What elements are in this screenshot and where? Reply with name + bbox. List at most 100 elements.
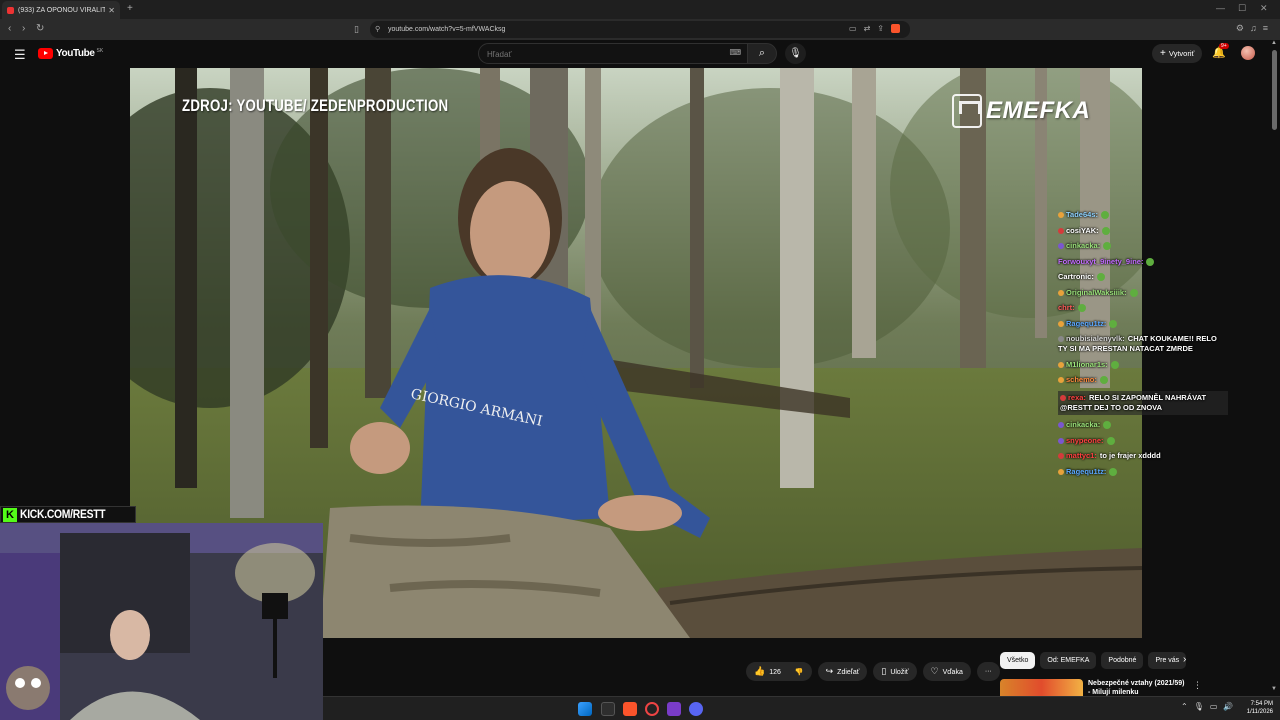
app-icon[interactable] [667,702,681,716]
source-caption: ZDROJ: YOUTUBE/ ZEDENPRODUCTION [182,96,449,115]
chip[interactable]: Podobné [1101,652,1144,669]
scroll-down-icon[interactable]: ▼ [1271,686,1277,692]
discord-icon[interactable] [689,702,703,716]
chat-badge-icon [1058,336,1064,343]
extensions-icons[interactable]: ⚙♫≡ [1236,23,1274,34]
chat-message: cinkacka: [1058,241,1228,251]
crown-logo-icon [952,94,982,128]
brave-browser-icon[interactable] [623,702,637,716]
share-button[interactable]: ↪ Zdieľať [817,662,868,681]
chat-emote-icon [1101,226,1110,235]
chat-username: chrt: [1058,303,1075,312]
scrollbar-thumb[interactable] [1272,50,1277,130]
search-button[interactable]: ⌕ [747,43,777,64]
thanks-button[interactable]: ♡ Vďaka [922,662,971,681]
create-label: Vytvoriť [1168,49,1195,58]
menu-icon[interactable]: ☰ [14,47,26,63]
forward-icon[interactable]: › [22,23,25,34]
chip[interactable]: Pre vás [1148,652,1187,669]
chat-username: snypeone: [1066,435,1104,445]
chat-message: Forwouxyt_9inety_9ine: [1058,257,1228,267]
minimize-icon[interactable]: — [1216,3,1225,13]
window-close-icon[interactable]: ✕ [1260,3,1268,14]
chat-username: Cartronic: [1058,272,1094,281]
new-tab-button[interactable]: + [127,3,133,14]
voice-search-icon[interactable]: 🎙 [785,43,806,64]
avatar[interactable] [1241,46,1255,60]
chat-message: Ragequ1tz: [1058,319,1228,329]
dislike-icon[interactable]: 👎 [795,669,804,676]
stream-chat-overlay: Tade64s: cosiYAK: cinkacka: Forwouxyt_9inet… [1058,210,1228,482]
chat-username: Tade64s: [1066,210,1098,219]
site-info-icon[interactable]: ⚲ [375,25,380,33]
chat-emote-icon [1109,467,1118,476]
chat-message: Tade64s: [1058,210,1228,220]
more-actions-button[interactable]: ··· [976,662,1000,681]
chat-message: snypeone: [1058,436,1228,446]
chat-badge-icon [1058,453,1064,460]
thumbs-up-icon: 👍 [754,666,766,676]
thanks-label: Vďaka [942,669,963,676]
chat-emote-icon [1146,257,1155,266]
chat-username: OriginalWaksiiik: [1066,287,1127,297]
chat-badge-icon [1058,227,1064,234]
bookmark-icon[interactable]: ▯ [354,24,359,35]
system-tray[interactable]: ⌃🎙▭🔊 [1181,702,1239,711]
recommended-video-title[interactable]: Nebezpečné vztahy (2021/59) - Milují mil… [1088,679,1186,696]
chat-message: mattyc1: to je frajer xdddd [1058,451,1228,461]
recommended-video-thumbnail[interactable] [1000,679,1083,696]
chat-message: schemo: [1058,375,1228,385]
youtube-logo[interactable]: YouTube SK [38,48,103,59]
chat-emote-icon [1109,319,1118,328]
chat-message: Cartronic: [1058,272,1228,282]
task-view-icon[interactable] [601,702,615,716]
like-button[interactable]: 👍 126 👎 [746,662,812,681]
chat-emote-icon [1106,436,1115,445]
chat-emote-icon [1100,211,1109,220]
chat-username: Ragequ1tz: [1066,466,1107,476]
search-input[interactable] [479,45,709,64]
more-options-icon[interactable]: ⋮ [1193,680,1202,691]
address-bar[interactable]: ⚲ youtube.com/watch?v=5-mfVWACksg ▭⇄⇪ [370,21,910,38]
share-icon: ↪ [825,666,834,676]
chat-badge-icon [1058,320,1064,327]
browser-tab-bar: (933) ZA OPONOU VIRALITY ✕ + — ☐ ✕ [0,0,1280,19]
chat-badge-icon [1060,394,1066,401]
obs-icon[interactable] [645,702,659,716]
maximize-icon[interactable]: ☐ [1238,3,1246,14]
chat-emote-icon [1096,273,1105,282]
save-button[interactable]: ▯ Uložiť [873,662,917,681]
page-scrollbar[interactable] [1272,44,1277,694]
back-icon[interactable]: ‹ [8,23,11,34]
chips-next-icon[interactable]: › [1183,654,1186,665]
kick-url: KICK.COM/RESTT [20,508,106,521]
create-button[interactable]: + Vytvoriť [1152,44,1203,63]
tab-title: (933) ZA OPONOU VIRALITY [18,6,106,14]
chat-message: rexa: RELO SI ZAPOMNĚL NAHRÁVAT @RESTT DE… [1058,390,1228,415]
chat-message: M1lionar1s: [1058,360,1228,370]
browser-tab[interactable]: (933) ZA OPONOU VIRALITY ✕ [2,1,120,19]
youtube-wordmark: YouTube [56,48,95,59]
url-text: youtube.com/watch?v=5-mfVWACksg [388,26,506,33]
tab-close-icon[interactable]: ✕ [108,6,115,15]
keyboard-icon[interactable]: ⌨ [729,48,741,57]
video-actions: 👍 126 👎 ↪ Zdieľať ▯ Uložiť ♡ Vďaka ··· [746,662,1000,681]
chat-username: M1lionar1s: [1066,359,1108,369]
chat-badge-icon [1058,361,1064,368]
chat-badge-icon [1058,289,1064,296]
region-code: SK [96,47,104,54]
screen: (933) ZA OPONOU VIRALITY ✕ + — ☐ ✕ ‹ › ↻… [0,0,1280,720]
chat-username: Forwouxyt_9inety_9ine: [1058,256,1144,266]
chat-badge-icon [1058,243,1064,250]
reload-icon[interactable]: ↻ [36,23,44,34]
start-icon[interactable] [578,702,592,716]
system-clock[interactable]: 7:54 PM 1/11/2026 [1243,700,1273,716]
chat-username: rexa: [1068,392,1086,402]
chip[interactable]: Od: EMEFKA [1040,652,1097,669]
youtube-favicon-icon [7,6,14,14]
share-label: Zdieľať [837,669,860,676]
address-bar-actions[interactable]: ▭⇄⇪ [849,24,900,34]
watermark-text: EMEFKA [986,97,1091,124]
brave-shields-icon[interactable] [891,24,900,34]
chip[interactable]: Všetko [1000,652,1036,669]
